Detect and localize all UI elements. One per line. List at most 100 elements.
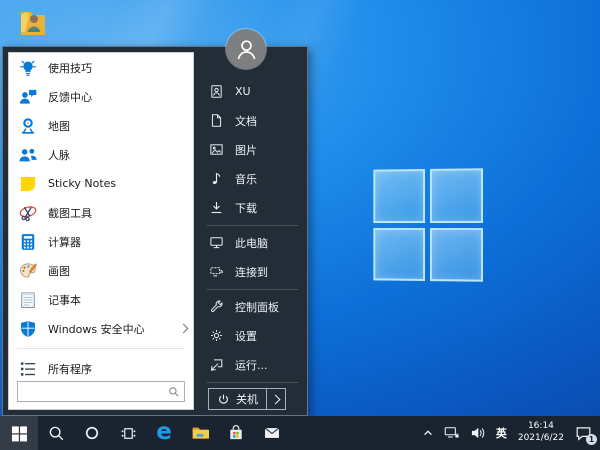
menu-separator: [17, 348, 185, 349]
start-menu: 使用技巧 反馈中心 地图 人脉: [2, 46, 308, 416]
edge-taskbar-button[interactable]: e: [146, 416, 182, 450]
menu-item-label: 下载: [235, 200, 257, 216]
mail-envelope-icon: [263, 424, 281, 442]
menu-item-label: 记事本: [48, 292, 81, 308]
notepad-icon: [18, 290, 38, 310]
menu-item-label: 反馈中心: [48, 89, 92, 105]
menu-item-notepad[interactable]: 记事本: [9, 285, 193, 314]
menu-item-maps[interactable]: 地图: [9, 111, 193, 140]
start-menu-right-panel: XU 文档 图片 音乐: [194, 47, 307, 415]
ime-language-indicator[interactable]: 英: [491, 416, 512, 450]
paint-palette-icon: [18, 261, 38, 281]
person-icon: [233, 36, 260, 63]
menu-item-people[interactable]: 人脉: [9, 140, 193, 169]
start-search-input[interactable]: [23, 384, 168, 399]
shutdown-options-button[interactable]: [267, 388, 286, 410]
menu-item-downloads[interactable]: 下载: [194, 193, 307, 222]
shutdown-button[interactable]: 关机: [208, 388, 267, 410]
windows-start-icon: [11, 425, 28, 442]
notification-count-badge: 1: [586, 434, 597, 445]
run-icon: [209, 357, 224, 372]
shield-icon: [18, 319, 38, 339]
menu-item-label: 计算器: [48, 234, 81, 250]
search-icon: [48, 425, 65, 442]
program-list-icon: [18, 359, 38, 379]
chevron-up-icon: [422, 427, 434, 439]
menu-item-connect-to[interactable]: 连接到: [194, 257, 307, 286]
speaker-icon: [470, 425, 486, 441]
windows-logo-pane: [373, 169, 425, 222]
menu-item-settings[interactable]: 设置: [194, 321, 307, 350]
taskbar-clock[interactable]: 16:14 2021/6/22: [512, 416, 570, 450]
submenu-chevron-icon: [179, 324, 189, 334]
sticky-note-icon: [18, 174, 38, 194]
file-explorer-taskbar-button[interactable]: [182, 416, 218, 450]
system-tray: 英 16:14 2021/6/22 1: [417, 416, 600, 450]
menu-item-run[interactable]: 运行...: [194, 350, 307, 379]
menu-item-windows-security[interactable]: Windows 安全中心: [9, 314, 193, 343]
calculator-icon: [18, 232, 38, 252]
people-icon: [18, 145, 38, 165]
user-avatar[interactable]: [226, 29, 266, 69]
menu-item-snipping-tool[interactable]: 截图工具: [9, 198, 193, 227]
menu-item-calculator[interactable]: 计算器: [9, 227, 193, 256]
start-menu-left-panel: 使用技巧 反馈中心 地图 人脉: [8, 52, 194, 410]
volume-tray-button[interactable]: [465, 416, 491, 450]
windows-logo-pane: [430, 228, 483, 282]
clock-time: 16:14: [518, 421, 564, 433]
menu-separator: [207, 225, 298, 226]
menu-item-paint[interactable]: 画图: [9, 256, 193, 285]
search-icon: [168, 386, 180, 398]
menu-item-feedback-hub[interactable]: 反馈中心: [9, 82, 193, 111]
menu-item-documents[interactable]: 文档: [194, 106, 307, 135]
menu-item-label: 此电脑: [235, 235, 268, 251]
all-programs-label: 所有程序: [48, 361, 92, 377]
menu-item-label: XU: [235, 85, 251, 98]
menu-item-label: 音乐: [235, 171, 257, 187]
user-files-icon: [209, 84, 224, 99]
menu-separator: [207, 382, 298, 383]
menu-item-label: 图片: [235, 142, 257, 158]
clock-date: 2021/6/22: [518, 433, 564, 445]
action-center-button[interactable]: 1: [570, 416, 597, 450]
user-folder-icon: [17, 6, 49, 38]
menu-item-this-pc[interactable]: 此电脑: [194, 228, 307, 257]
start-button[interactable]: [0, 416, 38, 450]
windows-logo-pane: [430, 168, 483, 222]
document-icon: [209, 113, 224, 128]
menu-item-pictures[interactable]: 图片: [194, 135, 307, 164]
network-tray-button[interactable]: [439, 416, 465, 450]
ime-label: 英: [496, 425, 507, 441]
cortana-circle-icon: [84, 425, 100, 441]
menu-item-label: 画图: [48, 263, 70, 279]
all-programs-button[interactable]: 所有程序: [9, 354, 193, 383]
menu-item-label: 截图工具: [48, 205, 92, 221]
menu-item-user-files[interactable]: XU: [194, 77, 307, 106]
menu-item-tips[interactable]: 使用技巧: [9, 53, 193, 82]
folder-icon: [191, 424, 209, 442]
connect-icon: [209, 264, 224, 279]
store-taskbar-button[interactable]: [218, 416, 254, 450]
menu-item-label: 地图: [48, 118, 70, 134]
task-view-button[interactable]: [110, 416, 146, 450]
menu-item-sticky-notes[interactable]: Sticky Notes: [9, 169, 193, 198]
menu-item-music[interactable]: 音乐: [194, 164, 307, 193]
computer-icon: [209, 235, 224, 250]
taskbar: e 英 16:1: [0, 416, 600, 450]
menu-item-label: 运行...: [235, 357, 268, 373]
download-icon: [209, 200, 224, 215]
menu-separator: [207, 289, 298, 290]
user-folder-desktop-icon[interactable]: [17, 6, 49, 38]
menu-item-label: 文档: [235, 113, 257, 129]
cortana-button[interactable]: [74, 416, 110, 450]
tray-expand-button[interactable]: [417, 416, 439, 450]
menu-item-control-panel[interactable]: 控制面板: [194, 292, 307, 321]
menu-item-label: 连接到: [235, 264, 268, 280]
power-icon: [217, 393, 230, 406]
start-search-box[interactable]: [17, 381, 185, 402]
windows-desktop: 使用技巧 反馈中心 地图 人脉: [0, 0, 600, 450]
gear-icon: [209, 328, 224, 343]
lightbulb-icon: [18, 58, 38, 78]
mail-taskbar-button[interactable]: [254, 416, 290, 450]
taskbar-search-button[interactable]: [38, 416, 74, 450]
